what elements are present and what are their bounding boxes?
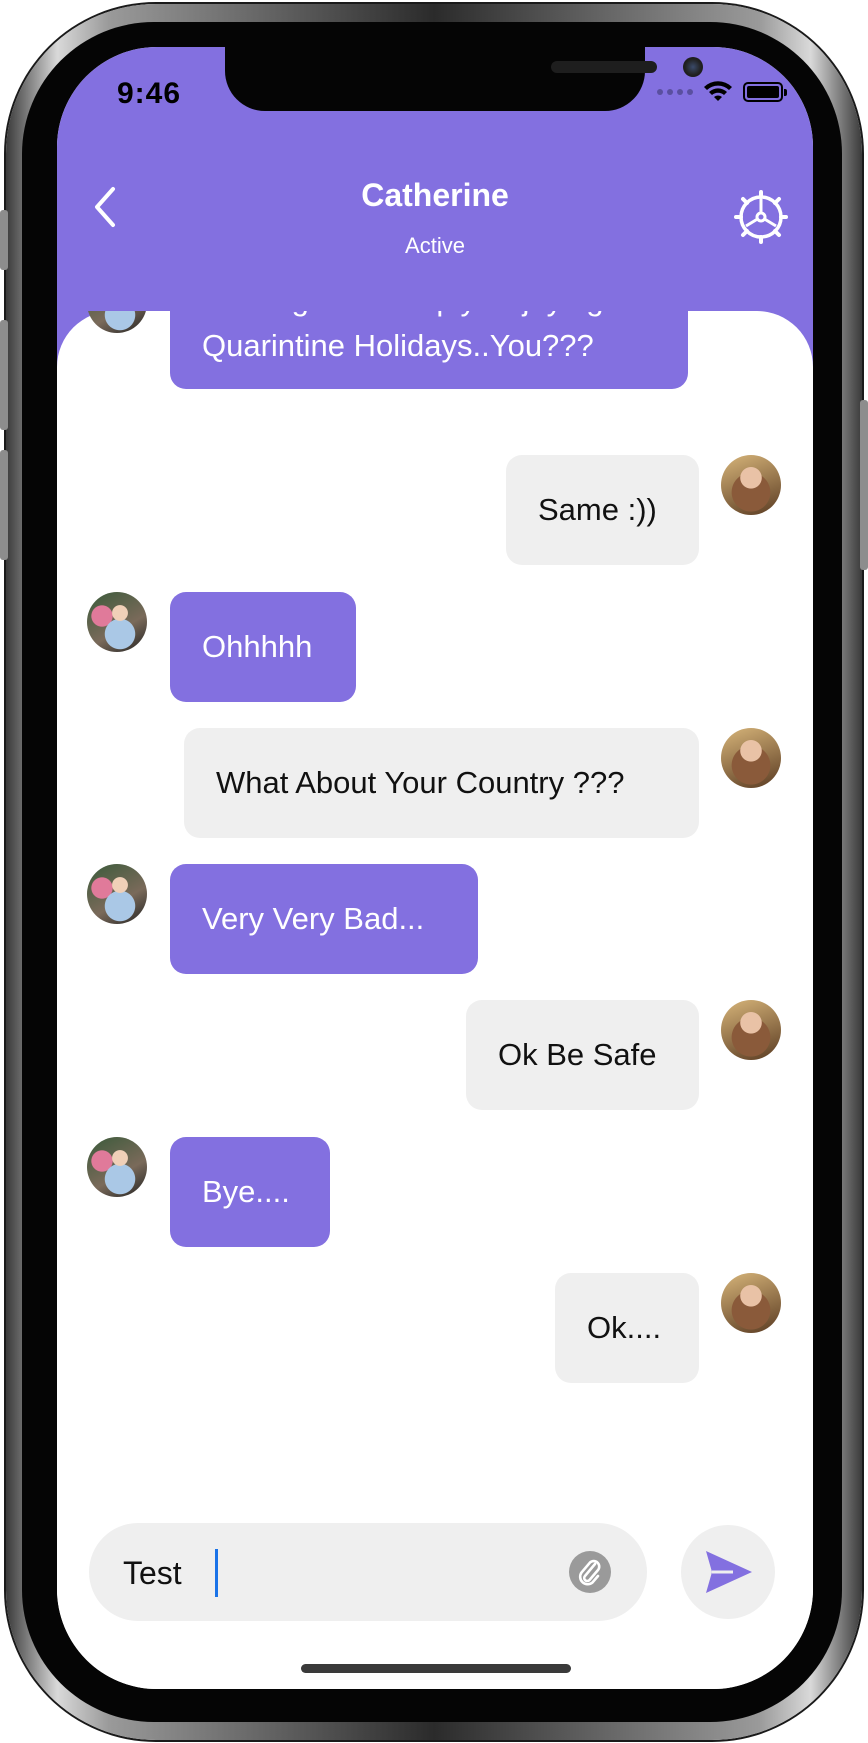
message-text: Nothing Just Simply Enjoying <box>202 311 603 323</box>
message-bubble-outgoing: What About Your Country ??? <box>184 728 699 838</box>
message-text: Ok.... <box>587 1310 662 1345</box>
message-text: Same :)) <box>538 492 657 527</box>
message-list[interactable]: Nothing Just Simply Enjoying Quarintine … <box>57 311 813 1491</box>
phone-side-button <box>0 450 8 560</box>
signal-icon <box>657 89 693 95</box>
status-icons <box>657 81 787 103</box>
message-text: Ohhhhh <box>202 629 313 664</box>
message-text: What About Your Country ??? <box>216 765 625 800</box>
avatar <box>721 728 781 788</box>
avatar <box>721 455 781 515</box>
message-composer <box>89 1523 647 1623</box>
message-text: Bye.... <box>202 1174 290 1209</box>
wifi-icon <box>704 81 732 101</box>
message-bubble-incoming: Nothing Just Simply Enjoying Quarintine … <box>170 311 688 389</box>
status-time: 9:46 <box>117 77 182 110</box>
message-bubble-incoming: Bye.... <box>170 1137 330 1247</box>
message-bubble-outgoing: Same :)) <box>506 455 699 565</box>
message-bubble-incoming: Very Very Bad... <box>170 864 478 974</box>
home-indicator <box>301 1664 571 1673</box>
message-text: Quarintine Holidays..You??? <box>202 328 594 363</box>
avatar <box>87 311 147 333</box>
avatar <box>87 592 147 652</box>
message-text: Ok Be Safe <box>498 1037 657 1072</box>
avatar <box>87 1137 147 1197</box>
avatar <box>87 864 147 924</box>
message-input[interactable] <box>121 1523 545 1623</box>
battery-icon <box>743 82 787 102</box>
message-bubble-outgoing: Ok.... <box>555 1273 699 1383</box>
phone-side-button <box>860 400 868 570</box>
message-bubble-incoming: Ohhhhh <box>170 592 356 702</box>
send-button[interactable] <box>681 1525 775 1619</box>
contact-status: Active <box>405 233 465 258</box>
gear-icon[interactable] <box>733 189 789 245</box>
front-camera <box>683 57 703 77</box>
phone-side-button <box>0 320 8 430</box>
message-text: Very Very Bad... <box>202 901 425 936</box>
avatar <box>721 1273 781 1333</box>
speaker <box>551 61 657 73</box>
send-icon <box>706 1551 752 1593</box>
phone-side-button <box>0 210 8 270</box>
paperclip-icon[interactable] <box>569 1551 611 1593</box>
notch <box>225 47 703 111</box>
message-bubble-outgoing: Ok Be Safe <box>466 1000 699 1110</box>
avatar <box>721 1000 781 1060</box>
contact-name: Catherine <box>361 177 509 213</box>
phone-screen: 9:46 Catherine Active Nothing Just Si <box>57 47 813 1689</box>
text-caret <box>215 1549 218 1597</box>
